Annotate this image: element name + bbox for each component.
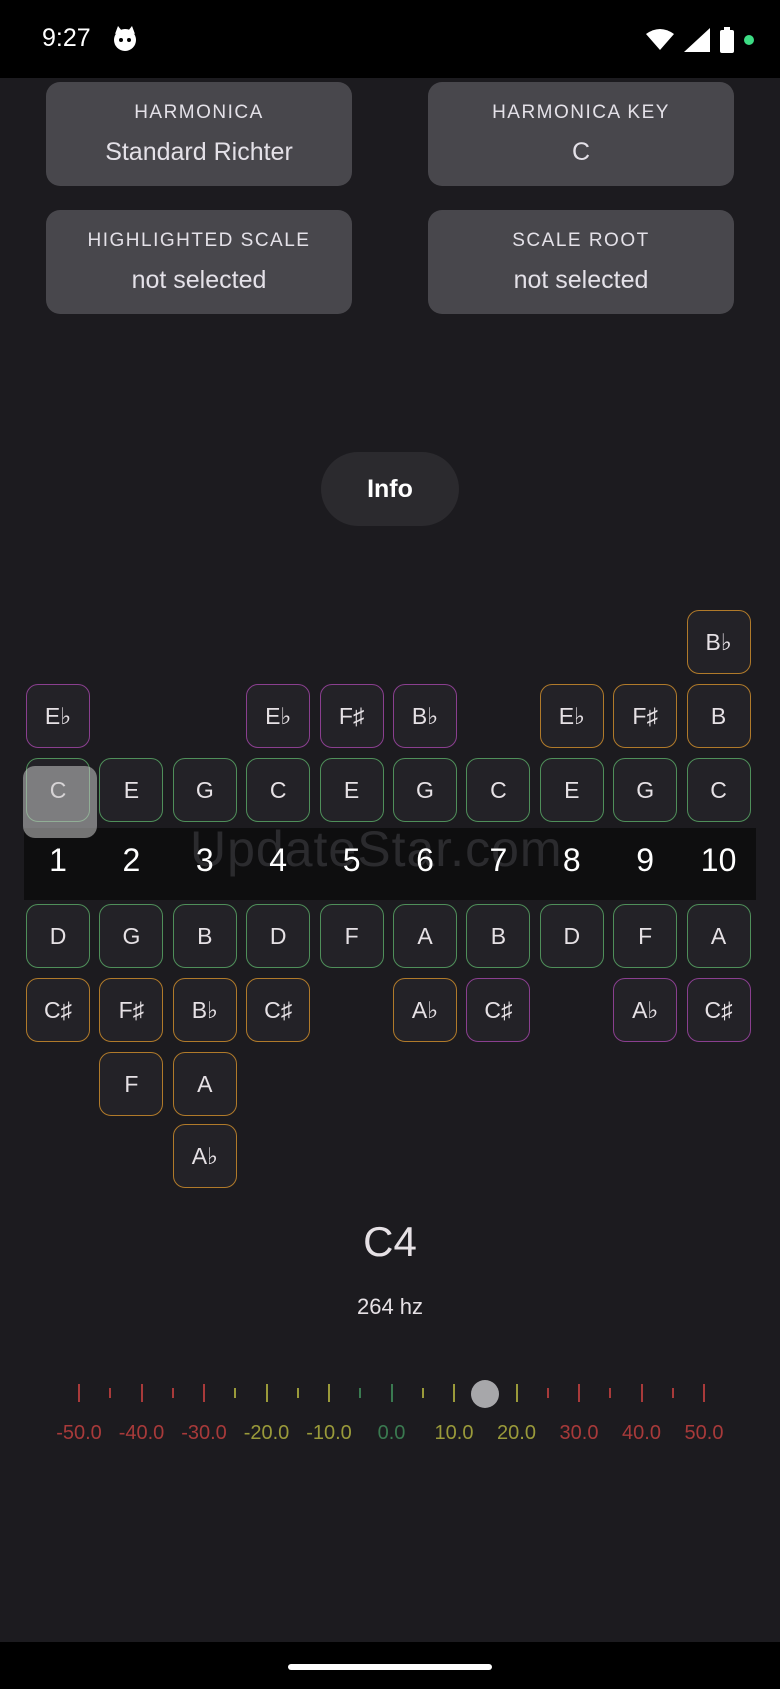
tuner-scale-label: 50.0 xyxy=(684,1422,724,1444)
note-cell-r2-5[interactable]: F♯ xyxy=(319,684,384,748)
tuner-major-tick xyxy=(390,1384,393,1402)
note-cell-r5-7[interactable]: C♯ xyxy=(466,978,531,1042)
note-cell-r3-7[interactable]: C xyxy=(466,758,531,822)
hole-number: 5 xyxy=(342,842,361,878)
home-gesture-pill[interactable] xyxy=(288,1664,492,1670)
note-cell-r2-4[interactable]: E♭ xyxy=(246,684,311,748)
tuner-major-tick xyxy=(203,1384,205,1402)
tuner-major-tick xyxy=(265,1384,268,1402)
hole-number: 1 xyxy=(49,842,67,878)
tuner-major-tick xyxy=(703,1384,705,1402)
hole-number: 2 xyxy=(122,842,141,878)
note-cell-r5-3[interactable]: B♭ xyxy=(172,978,237,1042)
hole-number: 4 xyxy=(269,842,288,878)
note-cell-r3-3[interactable]: G xyxy=(172,758,237,822)
note-cell-r4-2[interactable]: G xyxy=(99,904,164,968)
scale-root-selector[interactable]: SCALE ROOT not selected xyxy=(428,210,734,314)
tuner-major-tick xyxy=(78,1384,80,1402)
note-cell-r4-1[interactable]: D xyxy=(26,904,90,968)
signal-icon xyxy=(684,28,710,52)
note-cell-r5-10[interactable]: C♯ xyxy=(686,978,751,1042)
tuner-minor-tick xyxy=(546,1388,549,1398)
tuner-minor-tick xyxy=(421,1388,424,1398)
note-cell-r2-1[interactable]: E♭ xyxy=(26,684,90,748)
note-cell-r6-3[interactable]: A xyxy=(172,1052,237,1116)
tuner-major-tick xyxy=(328,1384,330,1402)
note-cell-r7-3[interactable]: A♭ xyxy=(172,1124,237,1188)
harmonica-key-label: HARMONICA KEY xyxy=(492,102,670,123)
battery-icon xyxy=(720,27,734,53)
hole-number: 9 xyxy=(636,842,655,878)
tuner-major-tick xyxy=(140,1384,143,1402)
note-cell-r4-6[interactable]: A xyxy=(393,904,457,968)
note-cell-r4-10[interactable]: A xyxy=(686,904,751,968)
status-bar: 9:27 xyxy=(0,0,780,78)
note-cell-r1-10[interactable]: B♭ xyxy=(686,610,751,674)
note-cell-r5-4[interactable]: C♯ xyxy=(246,978,311,1042)
tuner-major-tick xyxy=(453,1384,455,1402)
selected-note-highlight xyxy=(23,766,97,838)
note-cell-r4-8[interactable]: D xyxy=(539,904,604,968)
note-cell-r4-7[interactable]: B xyxy=(466,904,531,968)
note-cell-r3-6[interactable]: G xyxy=(393,758,457,822)
info-button[interactable]: Info xyxy=(321,452,459,526)
note-cell-r4-3[interactable]: B xyxy=(172,904,237,968)
highlighted-scale-selector[interactable]: HIGHLIGHTED SCALE not selected xyxy=(46,210,352,314)
privacy-indicator-dot xyxy=(744,35,754,45)
detected-frequency: 264 hz xyxy=(356,1294,424,1319)
note-cell-r5-6[interactable]: A♭ xyxy=(393,978,457,1042)
tuner-minor-tick xyxy=(296,1388,299,1398)
scale-root-value: not selected xyxy=(513,266,649,294)
hole-number: 6 xyxy=(416,842,434,878)
harmonica-selector[interactable]: HARMONICA Standard Richter xyxy=(46,82,352,186)
note-cell-r2-9[interactable]: F♯ xyxy=(613,684,678,748)
scale-root-label: SCALE ROOT xyxy=(512,230,650,251)
highlighted-scale-label: HIGHLIGHTED SCALE xyxy=(87,230,311,251)
note-cell-r4-5[interactable]: F xyxy=(319,904,384,968)
note-cell-r6-2[interactable]: F xyxy=(99,1052,164,1116)
harmonica-label: HARMONICA xyxy=(134,102,264,123)
harmonica-value: Standard Richter xyxy=(105,138,293,166)
cat-notification-icon xyxy=(114,26,136,51)
harmonica-key-value: C xyxy=(571,138,591,166)
hole-number: 3 xyxy=(195,842,214,878)
tuner-minor-tick xyxy=(609,1388,612,1398)
tuner-needle xyxy=(471,1380,500,1408)
hole-number: 10 xyxy=(700,842,737,878)
tuner-minor-tick xyxy=(171,1388,174,1398)
note-cell-r5-1[interactable]: C♯ xyxy=(26,978,90,1042)
note-cell-r2-8[interactable]: E♭ xyxy=(539,684,604,748)
tuner-minor-tick xyxy=(359,1388,362,1398)
hole-number: 7 xyxy=(489,842,508,878)
tuner-minor-tick xyxy=(671,1388,674,1398)
tuner-minor-tick xyxy=(109,1388,112,1398)
note-cell-r3-4[interactable]: C xyxy=(246,758,311,822)
note-cell-r5-9[interactable]: A♭ xyxy=(613,978,678,1042)
harmonica-key-selector[interactable]: HARMONICA KEY C xyxy=(428,82,734,186)
note-cell-r2-6[interactable]: B♭ xyxy=(393,684,457,748)
note-cell-r3-2[interactable]: E xyxy=(99,758,164,822)
tuner-major-tick xyxy=(640,1384,643,1402)
tuner-major-tick xyxy=(515,1384,518,1402)
wifi-icon xyxy=(646,29,674,50)
note-cell-r2-10[interactable]: B xyxy=(686,684,751,748)
detected-note: C4 xyxy=(363,1218,417,1265)
note-cell-r3-9[interactable]: G xyxy=(613,758,678,822)
note-cell-r3-8[interactable]: E xyxy=(539,758,604,822)
tuner-major-tick xyxy=(578,1384,580,1402)
hole-number: 8 xyxy=(562,842,581,878)
tuner-minor-tick xyxy=(234,1388,237,1398)
note-cell-r3-5[interactable]: E xyxy=(319,758,384,822)
highlighted-scale-value: not selected xyxy=(131,266,267,294)
note-cell-r4-9[interactable]: F xyxy=(613,904,678,968)
note-cell-r5-2[interactable]: F♯ xyxy=(99,978,164,1042)
note-cell-r4-4[interactable]: D xyxy=(246,904,311,968)
status-time: 9:27 xyxy=(42,24,91,52)
note-cell-r3-10[interactable]: C xyxy=(686,758,751,822)
